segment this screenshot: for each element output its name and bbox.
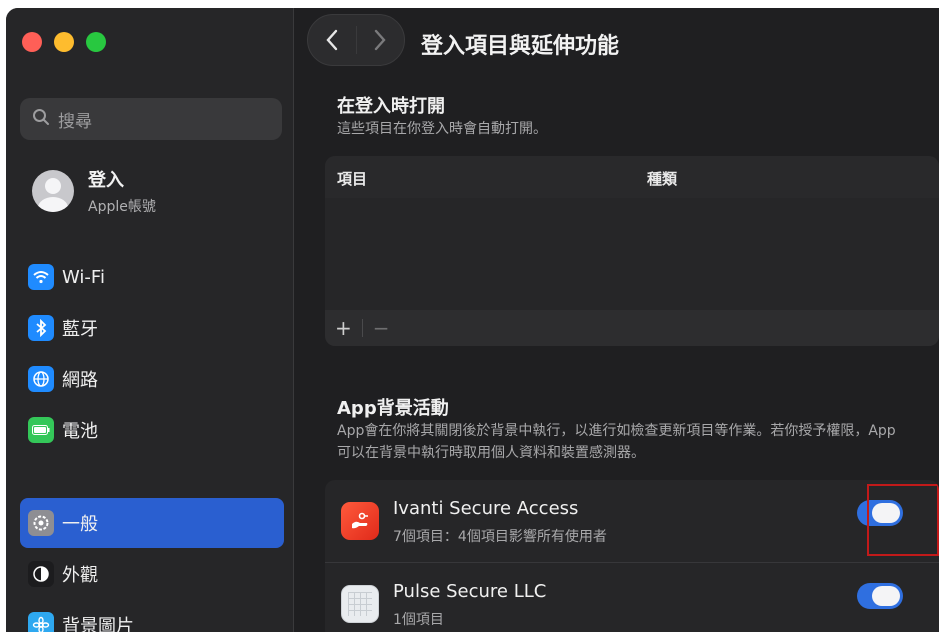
- description-line: App會在你將其關閉後於背景中執行，以進行如檢查更新項目等作業。若你授予權限，A…: [337, 423, 896, 439]
- sidebar-item-label: 外觀: [62, 565, 98, 586]
- sidebar-item-label: 背景圖片: [62, 616, 134, 632]
- sidebar-item-label: 藍牙: [62, 319, 98, 340]
- minimize-window-button[interactable]: [54, 32, 74, 52]
- appearance-icon: [28, 561, 54, 587]
- search-icon: [32, 108, 50, 130]
- background-apps-list: Ivanti Secure Access 7個項目：4個項目影響所有使用者 Pu…: [325, 480, 939, 632]
- wallpaper-icon: [28, 612, 54, 632]
- remove-item-button[interactable]: −: [373, 316, 390, 340]
- sidebar-item-appearance[interactable]: 外觀: [20, 549, 284, 599]
- highlight-box: [867, 484, 939, 556]
- apple-account-item[interactable]: 登入 Apple帳號: [32, 166, 156, 216]
- sidebar-item-label: 一般: [62, 514, 98, 535]
- login-items-title: 在登入時打開: [337, 96, 445, 117]
- back-button[interactable]: [308, 15, 356, 65]
- background-activity-description: App會在你將其關閉後於背景中執行，以進行如檢查更新項目等作業。若你授予權限，A…: [337, 420, 896, 464]
- wifi-icon: [28, 264, 54, 290]
- zoom-window-button[interactable]: [86, 32, 106, 52]
- sidebar: 搜尋 登入 Apple帳號 Wi-Fi 藍牙 網路 電池 一般 外觀 背景圖片: [6, 8, 294, 632]
- table-header: 項目 種類: [325, 156, 939, 198]
- main-pane: 登入項目與延伸功能 在登入時打開 這些項目在你登入時會自動打開。 項目 種類 +…: [295, 8, 939, 632]
- sidebar-item-general[interactable]: 一般: [20, 498, 284, 548]
- footer-divider: [361, 319, 363, 337]
- forward-button[interactable]: [355, 26, 405, 54]
- sidebar-item-bluetooth[interactable]: 藍牙: [20, 303, 284, 353]
- close-window-button[interactable]: [22, 32, 42, 52]
- login-items-table: 項目 種類 + −: [325, 156, 939, 346]
- search-input[interactable]: 搜尋: [20, 98, 282, 140]
- background-activity-title: App背景活動: [337, 398, 449, 419]
- sidebar-item-wallpaper[interactable]: 背景圖片: [20, 600, 284, 632]
- settings-window: 搜尋 登入 Apple帳號 Wi-Fi 藍牙 網路 電池 一般 外觀 背景圖片 …: [6, 8, 939, 632]
- column-header-kind[interactable]: 種類: [647, 168, 677, 189]
- sidebar-nav: Wi-Fi 藍牙 網路 電池 一般 外觀 背景圖片: [20, 252, 284, 632]
- ivanti-app-icon: [341, 502, 379, 540]
- pulse-app-icon: [341, 585, 379, 623]
- avatar: [32, 170, 74, 212]
- sidebar-item-label: 網路: [62, 370, 98, 391]
- sidebar-item-label: Wi-Fi: [62, 266, 105, 288]
- add-item-button[interactable]: +: [335, 316, 352, 340]
- sidebar-item-network[interactable]: 網路: [20, 354, 284, 404]
- column-header-item[interactable]: 項目: [337, 168, 367, 189]
- page-title: 登入項目與延伸功能: [421, 34, 620, 59]
- pulse-background-toggle[interactable]: [857, 583, 903, 609]
- app-name: Pulse Secure LLC: [393, 581, 547, 602]
- table-footer: + −: [325, 310, 939, 346]
- sidebar-item-wifi[interactable]: Wi-Fi: [20, 252, 284, 302]
- app-subtitle: 7個項目：4個項目影響所有使用者: [393, 529, 607, 545]
- bluetooth-icon: [28, 315, 54, 341]
- gear-icon: [28, 510, 54, 536]
- account-subtitle: Apple帳號: [88, 199, 156, 215]
- login-items-description: 這些項目在你登入時會自動打開。: [337, 121, 547, 137]
- description-line: 可以在背景中執行時取用個人資料和裝置感測器。: [337, 445, 645, 461]
- app-subtitle: 1個項目: [393, 612, 444, 628]
- search-placeholder: 搜尋: [58, 111, 92, 132]
- sidebar-item-label: 電池: [62, 421, 98, 442]
- account-name: 登入: [88, 170, 124, 191]
- battery-icon: [28, 417, 54, 443]
- window-controls: [22, 32, 106, 52]
- app-row-pulse: Pulse Secure LLC 1個項目: [325, 562, 939, 632]
- app-row-ivanti: Ivanti Secure Access 7個項目：4個項目影響所有使用者: [325, 480, 939, 562]
- globe-icon: [28, 366, 54, 392]
- history-nav: [307, 14, 405, 66]
- sidebar-item-battery[interactable]: 電池: [20, 405, 284, 455]
- app-name: Ivanti Secure Access: [393, 498, 579, 519]
